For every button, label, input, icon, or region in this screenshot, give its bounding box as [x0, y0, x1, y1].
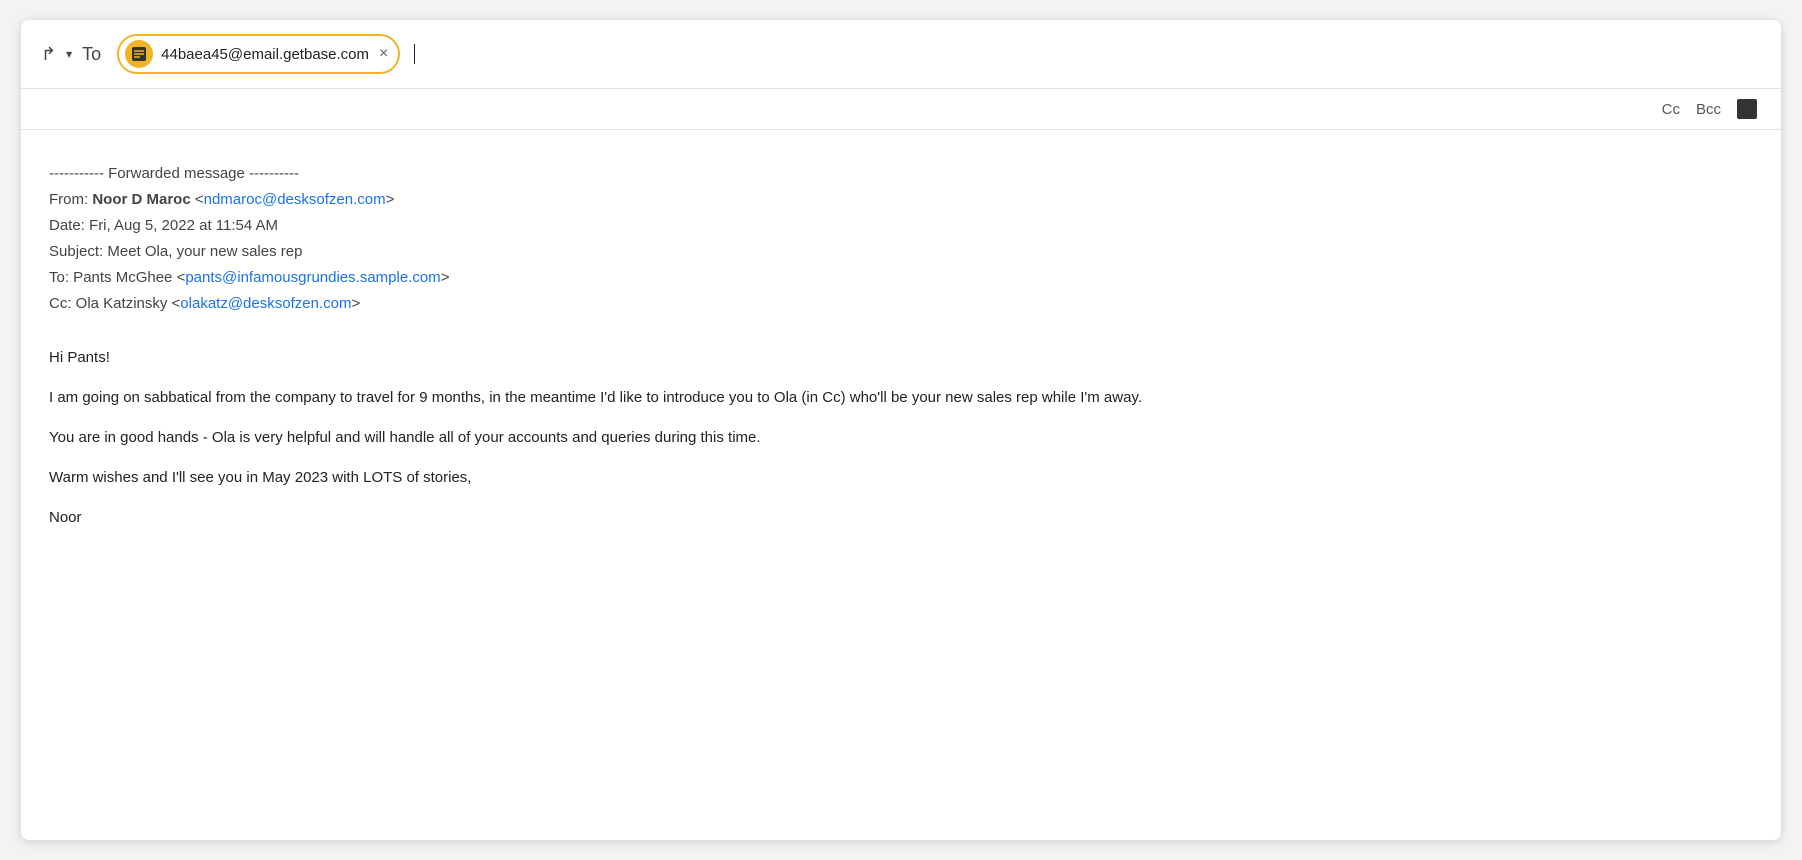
from-name: Noor D Maroc	[92, 191, 190, 208]
recipient-email: 44baea45@email.getbase.com	[161, 46, 369, 63]
recipient-chip[interactable]: 44baea45@email.getbase.com ×	[117, 34, 400, 74]
email-content: Hi Pants! I am going on sabbatical from …	[49, 346, 1753, 530]
cc-button[interactable]: Cc	[1662, 101, 1680, 118]
forward-icon[interactable]: ↱	[41, 44, 56, 65]
body-paragraph3: Warm wishes and I'll see you in May 2023…	[49, 466, 1753, 490]
remove-recipient-button[interactable]: ×	[379, 45, 388, 63]
email-body: ----------- Forwarded message ----------…	[21, 130, 1781, 576]
to-label: To	[82, 44, 101, 65]
forwarded-separator: ----------- Forwarded message ----------	[49, 162, 1753, 186]
forwarded-to: To: Pants McGhee <pants@infamousgrundies…	[49, 266, 1753, 290]
to-row: ↱ ▾ To 44baea45@email.getbase.com ×	[21, 20, 1781, 89]
to-email-link[interactable]: pants@infamousgrundies.sample.com	[185, 269, 440, 286]
format-icon[interactable]	[1737, 99, 1757, 119]
text-cursor	[414, 44, 415, 64]
body-paragraph2: You are in good hands - Ola is very help…	[49, 426, 1753, 450]
body-paragraph1: I am going on sabbatical from the compan…	[49, 386, 1753, 410]
from-email-link[interactable]: ndmaroc@desksofzen.com	[204, 191, 386, 208]
cc-email-link[interactable]: olakatz@desksofzen.com	[180, 295, 351, 312]
contact-icon	[131, 46, 147, 62]
forwarded-from: From: Noor D Maroc <ndmaroc@desksofzen.c…	[49, 188, 1753, 212]
greeting: Hi Pants!	[49, 346, 1753, 370]
avatar	[125, 40, 153, 68]
forwarded-header: ----------- Forwarded message ----------…	[49, 162, 1753, 316]
forwarded-cc: Cc: Ola Katzinsky <olakatz@desksofzen.co…	[49, 292, 1753, 316]
from-label: From:	[49, 191, 88, 208]
sign-off: Noor	[49, 506, 1753, 530]
compose-window: ↱ ▾ To 44baea45@email.getbase.com × Cc B…	[21, 20, 1781, 840]
forwarded-date: Date: Fri, Aug 5, 2022 at 11:54 AM	[49, 214, 1753, 238]
bcc-button[interactable]: Bcc	[1696, 101, 1721, 118]
cc-bcc-row: Cc Bcc	[21, 89, 1781, 130]
dropdown-arrow-icon[interactable]: ▾	[66, 47, 72, 61]
forwarded-subject: Subject: Meet Ola, your new sales rep	[49, 240, 1753, 264]
